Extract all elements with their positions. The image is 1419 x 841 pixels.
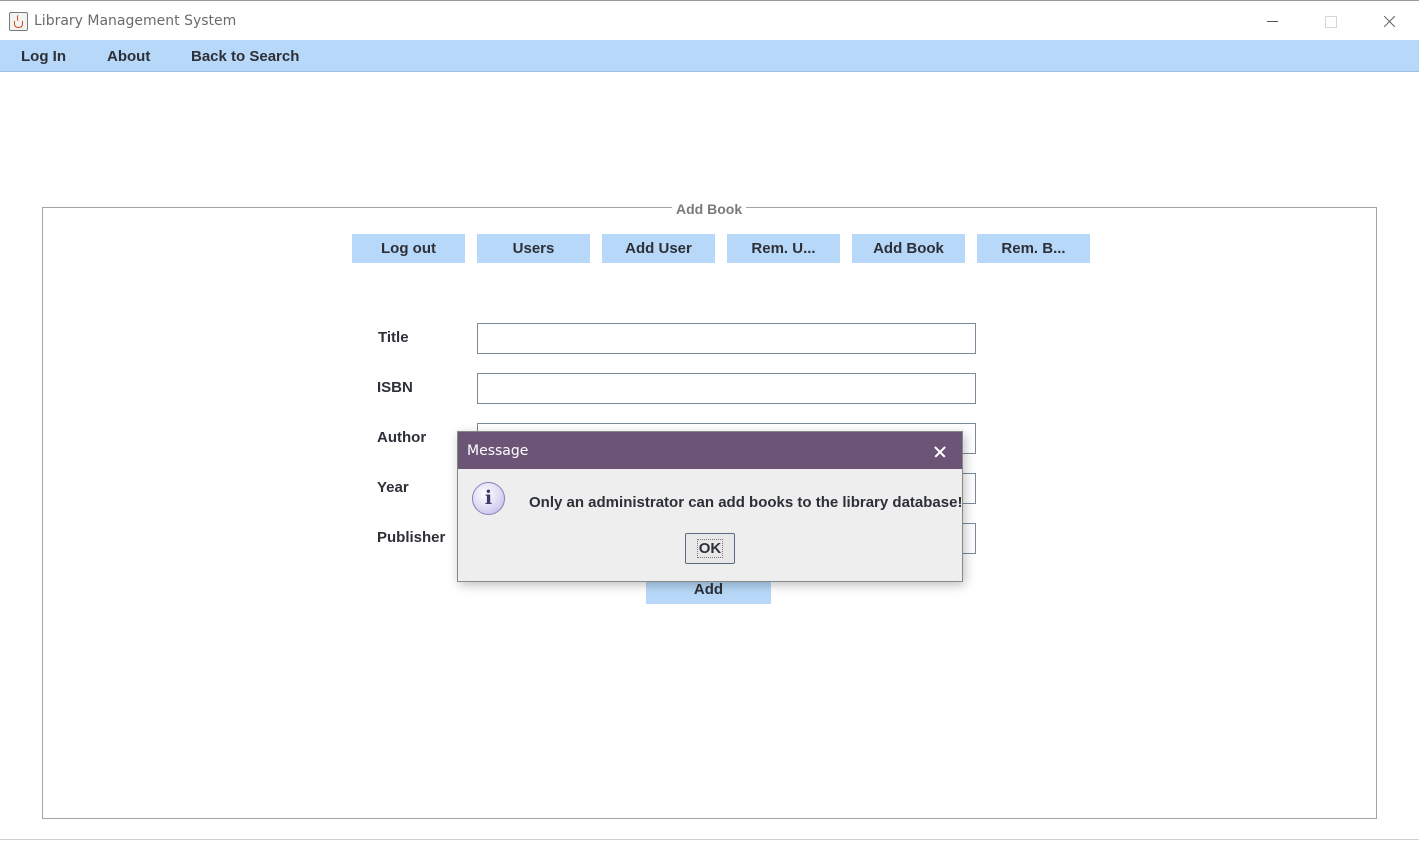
close-window-button[interactable] [1361, 1, 1419, 41]
menubar: Log In About Back to Search [0, 40, 1419, 72]
publisher-label: Publisher [377, 529, 446, 546]
message-dialog: Message i Only an administrator can add … [457, 431, 963, 582]
menu-log-in[interactable]: Log In [21, 48, 66, 65]
ok-button[interactable]: OK [685, 533, 735, 564]
dialog-title: Message [467, 443, 529, 459]
dialog-message: Only an administrator can add books to t… [529, 494, 963, 511]
title-field[interactable] [477, 323, 976, 354]
menu-back-to-search[interactable]: Back to Search [191, 48, 299, 65]
remove-book-button[interactable]: Rem. B... [977, 234, 1090, 263]
isbn-field[interactable] [477, 373, 976, 404]
window-titlebar: Library Management System [0, 0, 1419, 40]
panel-title: Add Book [672, 201, 747, 217]
log-out-button[interactable]: Log out [352, 234, 465, 263]
year-label: Year [377, 479, 409, 496]
users-button[interactable]: Users [477, 234, 590, 263]
add-book-button[interactable]: Add Book [852, 234, 965, 263]
maximize-button[interactable] [1302, 1, 1360, 41]
window-bottom-border [0, 839, 1419, 840]
remove-user-button[interactable]: Rem. U... [727, 234, 840, 263]
author-label: Author [377, 429, 427, 446]
title-label: Title [378, 329, 409, 346]
dialog-close-icon[interactable] [928, 440, 952, 462]
dialog-titlebar: Message [458, 432, 962, 469]
isbn-label: ISBN [377, 379, 413, 396]
info-icon: i [472, 482, 505, 515]
java-app-icon [9, 12, 28, 31]
add-user-button[interactable]: Add User [602, 234, 715, 263]
window-title: Library Management System [34, 13, 237, 29]
minimize-button[interactable] [1244, 1, 1302, 41]
ok-button-label: OK [696, 539, 724, 558]
menu-about[interactable]: About [107, 48, 150, 65]
